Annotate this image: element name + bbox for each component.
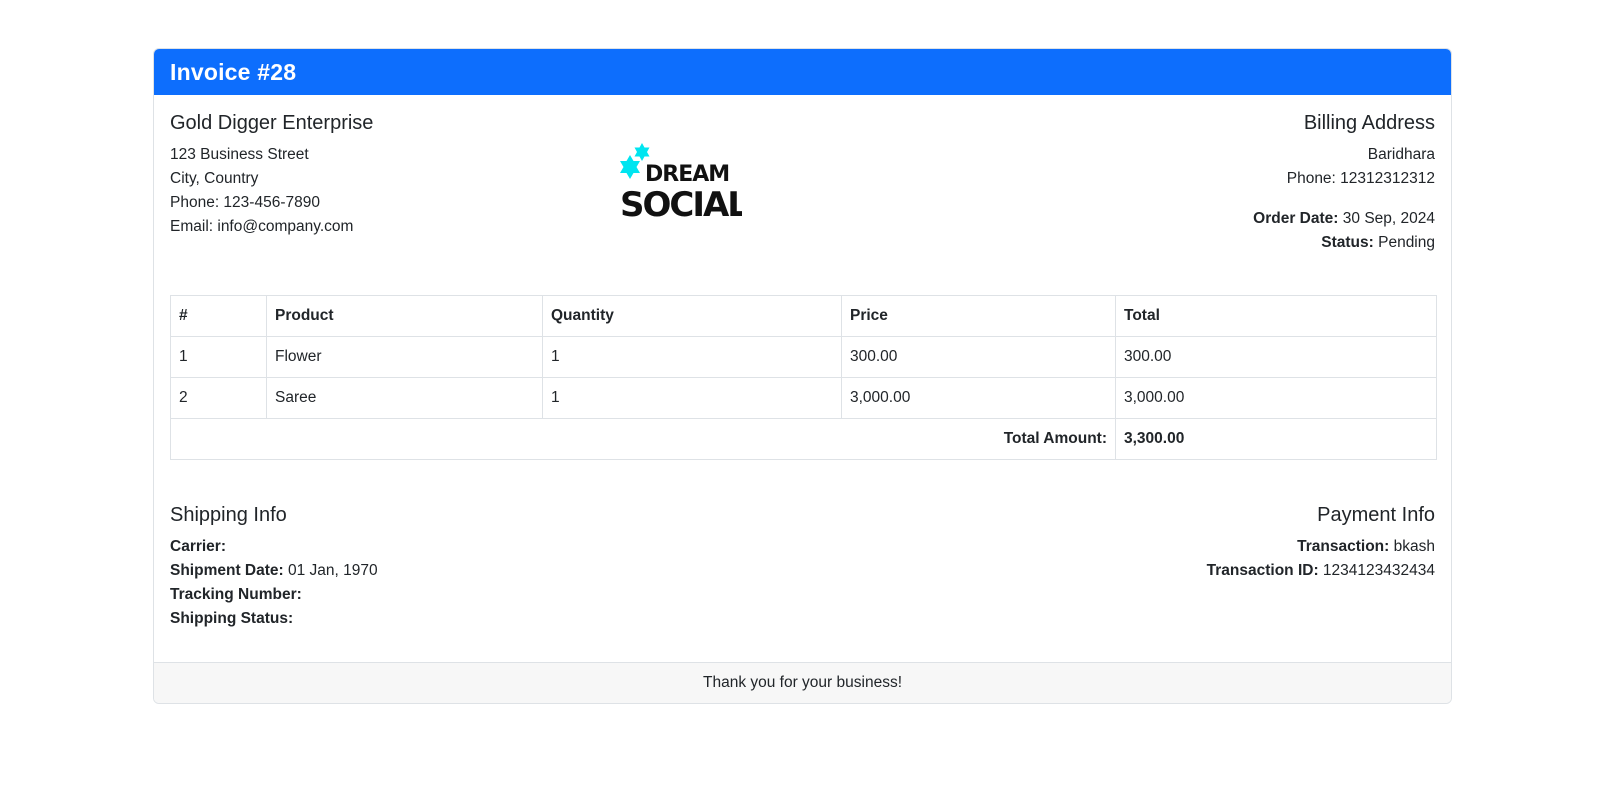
payment-transaction-id: Transaction ID: 1234123432434: [1207, 559, 1435, 583]
billing-phone: Phone: 12312312312: [1286, 170, 1435, 187]
order-date: Order Date: 30 Sep, 2024: [1253, 207, 1435, 231]
billing-name: Baridhara: [1367, 146, 1435, 163]
cell-product: Flower: [266, 336, 543, 378]
shipping-status-label: Shipping Status:: [170, 610, 294, 627]
company-name: Gold Digger Enterprise: [170, 112, 374, 134]
col-header-quantity: Quantity: [542, 295, 842, 337]
invoice-body: Gold Digger Enterprise 123 Business Stre…: [154, 95, 1451, 659]
billing-address: Billing Address Baridhara Phone: 1231231…: [1253, 112, 1435, 255]
cell-quantity: 1: [542, 377, 842, 419]
transaction-id-label: Transaction ID:: [1206, 562, 1319, 579]
company-info: Gold Digger Enterprise 123 Business Stre…: [170, 112, 373, 239]
shipping-date: Shipment Date: 01 Jan, 1970: [170, 559, 378, 583]
payment-transaction: Transaction: bkash: [1207, 535, 1435, 559]
transaction-value: bkash: [1393, 538, 1435, 555]
shipping-info: Shipping Info Carrier: Shipment Date: 01…: [170, 504, 378, 631]
transaction-id-value: 1234123432434: [1322, 562, 1435, 579]
logo-text-dream: DREAM: [645, 162, 729, 187]
star-icon: [620, 155, 640, 179]
order-date-label: Order Date:: [1253, 210, 1339, 227]
shipping-status: Shipping Status:: [170, 607, 378, 631]
cell-total: 300.00: [1115, 336, 1437, 378]
table-header-row: # Product Quantity Price Total: [170, 295, 1437, 337]
billing-heading: Billing Address: [1303, 112, 1435, 134]
total-amount-value: 3,300.00: [1115, 418, 1437, 460]
shipping-tracking: Tracking Number:: [170, 583, 378, 607]
cell-price: 300.00: [841, 336, 1116, 378]
company-street: 123 Business Street: [170, 146, 309, 163]
payment-info: Payment Info Transaction: bkash Transact…: [1207, 504, 1435, 583]
cell-number: 2: [170, 377, 267, 419]
order-meta: Order Date: 30 Sep, 2024 Status: Pending: [1253, 207, 1435, 255]
transaction-label: Transaction:: [1297, 538, 1390, 555]
company-logo: DREAM SOCIAL: [620, 143, 742, 221]
logo-text-social: SOCIAL: [620, 185, 742, 221]
total-row: Total Amount: 3,300.00: [170, 418, 1437, 460]
cell-price: 3,000.00: [841, 377, 1116, 419]
cell-quantity: 1: [542, 336, 842, 378]
invoice-footer: Thank you for your business!: [154, 662, 1451, 703]
invoice-title: Invoice #28: [170, 58, 297, 85]
star-icon: [634, 143, 650, 161]
order-status-value: Pending: [1378, 234, 1435, 251]
company-city: City, Country: [170, 170, 259, 187]
total-amount-label: Total Amount:: [170, 418, 1116, 460]
footer-text: Thank you for your business!: [702, 674, 903, 691]
carrier-label: Carrier:: [170, 538, 226, 555]
order-status-label: Status:: [1321, 234, 1374, 251]
col-header-number: #: [170, 295, 267, 337]
items-table: # Product Quantity Price Total 1 Flower …: [170, 295, 1437, 460]
shipment-date-value: 01 Jan, 1970: [288, 562, 378, 579]
shipping-carrier: Carrier:: [170, 535, 378, 559]
payment-heading: Payment Info: [1317, 504, 1435, 526]
shipment-date-label: Shipment Date:: [170, 562, 284, 579]
table-row: 2 Saree 1 3,000.00 3,000.00: [170, 377, 1437, 419]
invoice-card: Invoice #28 Gold Digger Enterprise 123 B…: [153, 48, 1452, 704]
tracking-label: Tracking Number:: [170, 586, 302, 603]
table-row: 1 Flower 1 300.00 300.00: [170, 336, 1437, 378]
col-header-product: Product: [266, 295, 543, 337]
company-email: Email: info@company.com: [170, 218, 354, 235]
cell-number: 1: [170, 336, 267, 378]
col-header-total: Total: [1115, 295, 1437, 337]
col-header-price: Price: [841, 295, 1116, 337]
cell-product: Saree: [266, 377, 543, 419]
cell-total: 3,000.00: [1115, 377, 1437, 419]
shipping-heading: Shipping Info: [170, 504, 287, 526]
invoice-header: Invoice #28: [154, 49, 1451, 95]
company-phone: Phone: 123-456-7890: [170, 194, 320, 211]
order-status: Status: Pending: [1253, 231, 1435, 255]
order-date-value: 30 Sep, 2024: [1342, 210, 1435, 227]
